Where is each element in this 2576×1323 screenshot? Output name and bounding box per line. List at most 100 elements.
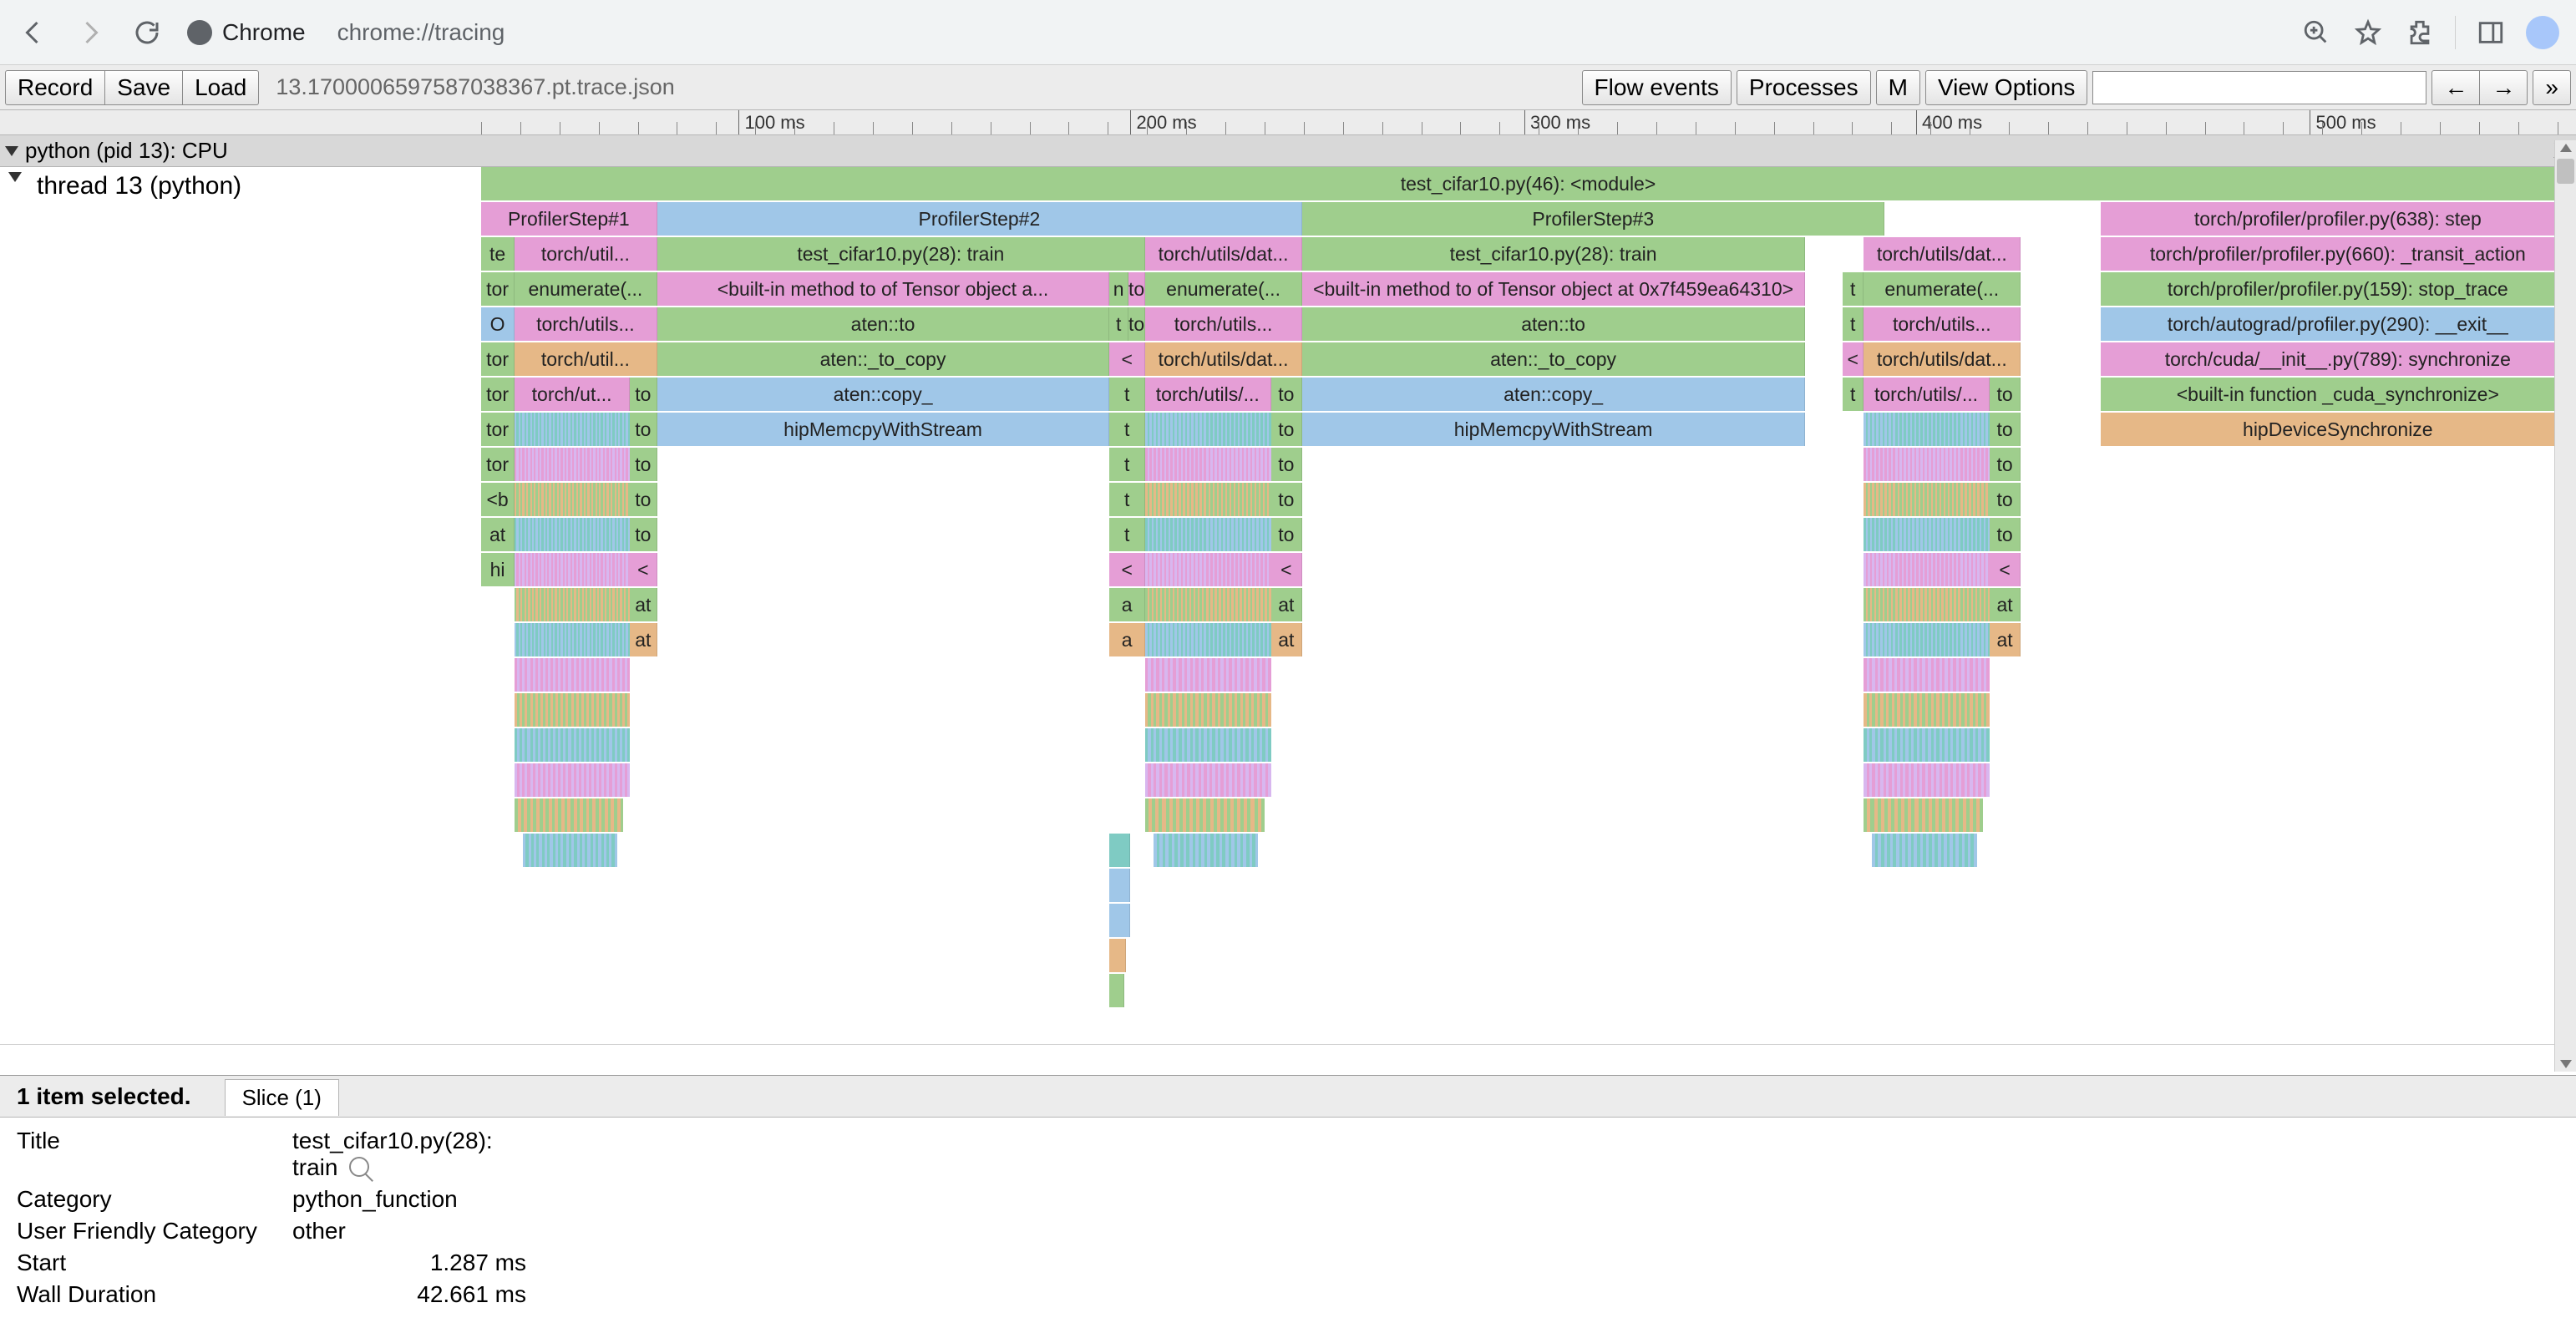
trace-slice-dense[interactable] xyxy=(1145,518,1270,551)
trace-slice[interactable]: torch/utils/dat... xyxy=(1145,237,1302,271)
trace-slice[interactable]: a xyxy=(1109,588,1145,621)
find-icon[interactable] xyxy=(349,1157,369,1177)
trace-slice-dense[interactable] xyxy=(1145,413,1270,446)
trace-slice[interactable]: t xyxy=(1109,483,1145,516)
trace-slice[interactable]: test_cifar10.py(28): train xyxy=(1302,237,1805,271)
trace-slice-dense[interactable] xyxy=(1145,728,1270,762)
trace-slice[interactable]: aten::copy_ xyxy=(1302,378,1805,411)
trace-slice-dense[interactable] xyxy=(1864,448,1989,481)
save-button[interactable]: Save xyxy=(105,70,183,105)
trace-slice[interactable]: tor xyxy=(481,448,515,481)
trace-slice-dense[interactable] xyxy=(1864,483,1989,516)
view-options-button[interactable]: View Options xyxy=(1925,70,2087,105)
trace-slice[interactable]: torch/utils... xyxy=(1145,307,1302,341)
trace-slice[interactable]: t xyxy=(1109,413,1145,446)
trace-slice[interactable]: torch/util... xyxy=(515,342,657,376)
trace-slice-dense[interactable] xyxy=(1154,834,1258,867)
trace-slice-dense[interactable] xyxy=(515,693,630,727)
trace-slice[interactable]: to xyxy=(1990,378,2021,411)
trace-slice-dense[interactable] xyxy=(1864,518,1989,551)
trace-slice[interactable] xyxy=(1109,869,1130,902)
trace-slice[interactable]: to xyxy=(1271,518,1303,551)
flame-graph[interactable]: test_cifar10.py(46): <module>ProfilerSte… xyxy=(481,167,2576,1044)
memory-button[interactable]: M xyxy=(1876,70,1920,105)
next-button[interactable]: → xyxy=(2480,70,2528,105)
trace-slice-dense[interactable] xyxy=(1145,658,1270,692)
trace-slice[interactable]: to xyxy=(1990,483,2021,516)
reload-icon[interactable] xyxy=(130,16,164,49)
trace-slice-dense[interactable] xyxy=(1864,798,1983,832)
trace-slice[interactable] xyxy=(1109,834,1130,867)
collapse-arrow-icon[interactable] xyxy=(5,146,18,156)
trace-slice[interactable]: torch/cuda/__init__.py(789): synchronize xyxy=(2101,342,2576,376)
zoom-icon[interactable] xyxy=(2300,16,2333,49)
trace-slice-dense[interactable] xyxy=(515,553,630,586)
trace-slice[interactable]: ProfilerStep#3 xyxy=(1302,202,1884,236)
search-input[interactable] xyxy=(2092,71,2426,104)
trace-slice-dense[interactable] xyxy=(515,588,630,621)
trace-slice[interactable]: t xyxy=(1109,448,1145,481)
trace-slice[interactable]: hipMemcpyWithStream xyxy=(657,413,1110,446)
trace-slice[interactable]: torch/utils/dat... xyxy=(1864,342,2021,376)
process-header[interactable]: python (pid 13): CPU X xyxy=(0,135,2576,167)
trace-slice-dense[interactable] xyxy=(1864,728,1989,762)
trace-slice[interactable]: < xyxy=(1271,553,1303,586)
trace-slice[interactable]: to xyxy=(1128,272,1145,306)
load-button[interactable]: Load xyxy=(183,70,259,105)
trace-slice[interactable]: to xyxy=(1271,378,1303,411)
time-ruler[interactable]: 100 ms200 ms300 ms400 ms500 ms xyxy=(0,110,2576,135)
trace-slice[interactable]: a xyxy=(1109,623,1145,656)
processes-button[interactable]: Processes xyxy=(1737,70,1871,105)
trace-slice[interactable]: aten::to xyxy=(1302,307,1805,341)
trace-slice-dense[interactable] xyxy=(515,728,630,762)
trace-slice-dense[interactable] xyxy=(515,798,623,832)
trace-slice-dense[interactable] xyxy=(1145,588,1270,621)
trace-slice[interactable]: < xyxy=(1109,553,1145,586)
trace-slice[interactable]: torch/autograd/profiler.py(290): __exit_… xyxy=(2101,307,2576,341)
trace-slice-dense[interactable] xyxy=(515,448,630,481)
trace-slice-dense[interactable] xyxy=(1145,448,1270,481)
trace-slice-dense[interactable] xyxy=(1872,834,1976,867)
scrollbar-thumb[interactable] xyxy=(2557,159,2574,184)
trace-slice-dense[interactable] xyxy=(1864,413,1989,446)
trace-slice[interactable]: at xyxy=(1271,623,1303,656)
trace-slice-dense[interactable] xyxy=(1864,553,1989,586)
trace-slice[interactable]: test_cifar10.py(46): <module> xyxy=(481,167,2576,200)
trace-slice[interactable]: at xyxy=(630,623,657,656)
trace-slice[interactable]: hi xyxy=(481,553,515,586)
trace-slice[interactable]: tor xyxy=(481,342,515,376)
profile-avatar-icon[interactable] xyxy=(2526,16,2559,49)
trace-slice-dense[interactable] xyxy=(1864,623,1989,656)
trace-slice[interactable]: torch/profiler/profiler.py(638): step xyxy=(2101,202,2576,236)
trace-slice[interactable]: to xyxy=(1271,448,1303,481)
trace-slice[interactable]: at xyxy=(1990,623,2021,656)
trace-slice[interactable]: t xyxy=(1109,378,1145,411)
slice-tab[interactable]: Slice (1) xyxy=(225,1079,339,1116)
trace-slice[interactable]: t xyxy=(1109,518,1145,551)
trace-slice[interactable]: tor xyxy=(481,413,515,446)
trace-slice-dense[interactable] xyxy=(1145,693,1270,727)
trace-slice[interactable]: at xyxy=(1271,588,1303,621)
trace-slice[interactable]: at xyxy=(481,518,515,551)
url-display[interactable]: chrome://tracing xyxy=(337,19,505,46)
trace-slice[interactable]: torch/ut... xyxy=(515,378,630,411)
trace-slice[interactable]: ProfilerStep#1 xyxy=(481,202,657,236)
trace-slice[interactable]: to xyxy=(630,448,657,481)
trace-slice[interactable]: hipMemcpyWithStream xyxy=(1302,413,1805,446)
trace-slice[interactable]: ProfilerStep#2 xyxy=(657,202,1302,236)
panel-icon[interactable] xyxy=(2474,16,2508,49)
trace-slice[interactable]: enumerate(... xyxy=(1145,272,1302,306)
trace-slice-dense[interactable] xyxy=(1145,623,1270,656)
trace-slice[interactable]: <built-in method to of Tensor object a..… xyxy=(657,272,1110,306)
trace-slice[interactable]: < xyxy=(1843,342,1864,376)
trace-slice[interactable]: torch/utils/dat... xyxy=(1864,237,2021,271)
trace-slice-dense[interactable] xyxy=(1864,693,1989,727)
trace-slice[interactable]: te xyxy=(481,237,515,271)
trace-slice-dense[interactable] xyxy=(1864,588,1989,621)
trace-slice-dense[interactable] xyxy=(515,623,630,656)
trace-slice[interactable]: torch/utils/dat... xyxy=(1145,342,1302,376)
trace-slice[interactable]: < xyxy=(1109,342,1145,376)
trace-slice[interactable]: to xyxy=(630,518,657,551)
trace-slice[interactable] xyxy=(1109,974,1124,1007)
trace-slice[interactable]: enumerate(... xyxy=(515,272,657,306)
